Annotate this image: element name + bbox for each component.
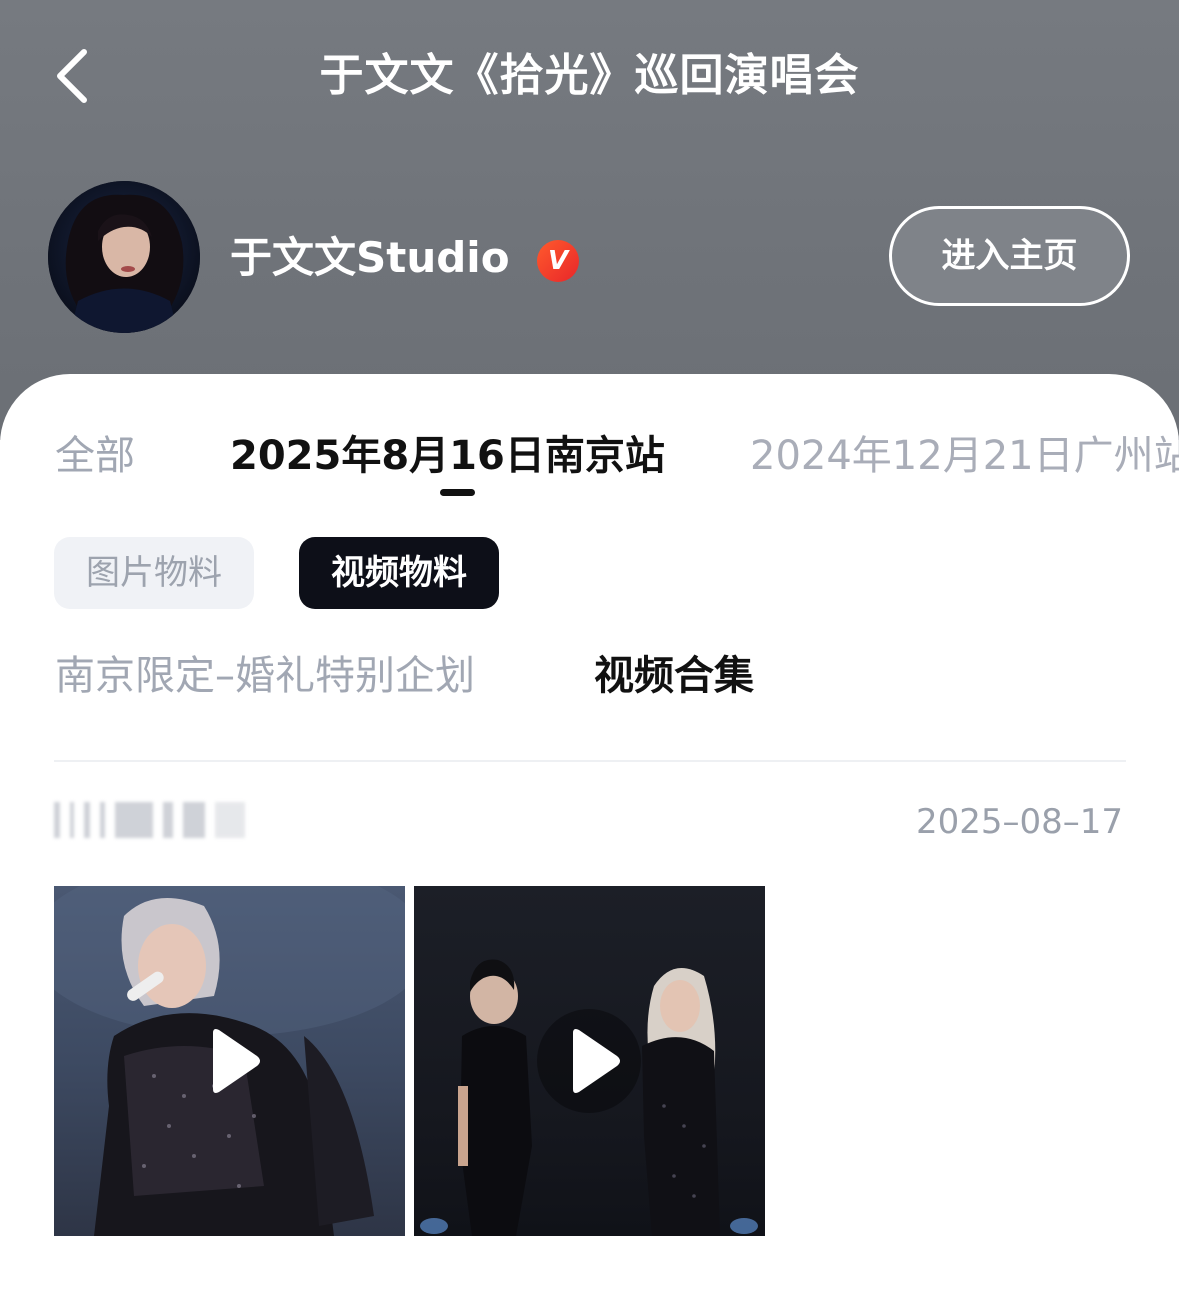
- video-thumbnail-1[interactable]: [54, 886, 405, 1236]
- tab-all[interactable]: 全部: [55, 428, 135, 484]
- enter-homepage-button[interactable]: 进入主页: [889, 206, 1130, 306]
- chip-image-materials[interactable]: 图片物料: [54, 537, 254, 609]
- avatar-image: [48, 181, 200, 333]
- blurred-caption: [54, 800, 334, 840]
- account-name[interactable]: 于文文Studio: [230, 228, 510, 288]
- tab-nanjing[interactable]: 2025年8月16日南京站: [230, 428, 665, 484]
- tab-active-indicator: [440, 489, 475, 496]
- video-thumbnail-2[interactable]: [414, 886, 765, 1236]
- chip-video-materials[interactable]: 视频物料: [299, 537, 499, 609]
- divider: [54, 760, 1126, 762]
- play-icon[interactable]: [539, 1011, 639, 1111]
- page-title: 于文文《拾光》巡回演唱会: [319, 50, 860, 101]
- subtab-video-collection[interactable]: 视频合集: [594, 648, 754, 704]
- post-date: 2025–08–17: [915, 802, 1123, 842]
- subtab-wedding-special[interactable]: 南京限定–婚礼特别企划: [55, 648, 475, 704]
- play-icon[interactable]: [179, 1011, 279, 1111]
- verified-badge-icon: V: [537, 240, 579, 282]
- tab-guangzhou[interactable]: 2024年12月21日广州站: [750, 428, 1179, 484]
- avatar[interactable]: [48, 181, 200, 333]
